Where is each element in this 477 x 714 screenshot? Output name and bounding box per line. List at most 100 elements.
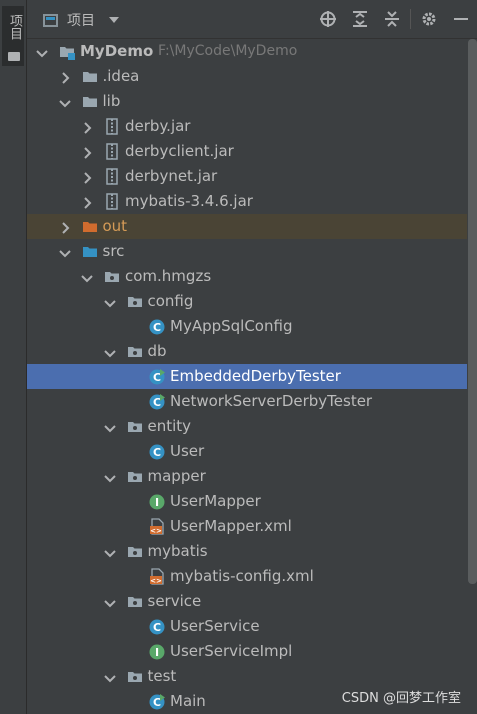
tree-item-label: mybatis-config.xml xyxy=(170,567,314,585)
chevron-down-icon[interactable] xyxy=(109,17,119,23)
tree-item-label: MyDemo xyxy=(80,42,154,60)
chevron-down-icon[interactable] xyxy=(80,270,94,284)
package-icon xyxy=(127,418,143,435)
tree-row[interactable]: I UserServiceImpl xyxy=(27,639,467,664)
project-toolbar: 项目 xyxy=(27,0,477,39)
tree-row[interactable]: mybatis-3.4.6.jar xyxy=(27,189,467,214)
view-title: 项目 xyxy=(67,13,95,29)
chevron-down-icon[interactable] xyxy=(103,345,117,359)
tree-item-label: out xyxy=(102,217,128,235)
tree-item-label: UserService xyxy=(170,617,260,635)
tree-row[interactable]: src xyxy=(27,239,467,264)
tree-row[interactable]: .idea xyxy=(27,64,467,89)
tree-item-label: Main xyxy=(170,692,206,710)
tree-row[interactable]: C NetworkServerDerbyTester xyxy=(27,389,467,414)
chevron-down-icon[interactable] xyxy=(103,420,117,434)
tree-row[interactable]: derbyclient.jar xyxy=(27,139,467,164)
chevron-right-icon[interactable] xyxy=(80,170,94,184)
project-path: F:\MyCode\MyDemo xyxy=(158,43,298,59)
tree-row[interactable]: out xyxy=(27,214,467,239)
package-icon xyxy=(127,343,143,360)
project-tool-window-tab[interactable]: 项目 xyxy=(2,6,24,66)
package-icon xyxy=(127,668,143,685)
package-icon xyxy=(104,268,120,285)
chevron-down-icon[interactable] xyxy=(103,595,117,609)
package-icon xyxy=(127,543,143,560)
jar-icon xyxy=(104,168,120,185)
chevron-right-icon[interactable] xyxy=(80,195,94,209)
xml-file-icon: <> xyxy=(149,518,165,535)
tree-item-label: db xyxy=(147,342,167,360)
tree-row[interactable]: C EmbeddedDerbyTester xyxy=(27,364,467,389)
tree-item-label: MyAppSqlConfig xyxy=(170,317,293,335)
tree-row[interactable]: lib xyxy=(27,89,467,114)
vertical-scrollbar[interactable] xyxy=(468,39,477,584)
tree-item-label: User xyxy=(170,442,205,460)
module-folder-icon xyxy=(59,43,75,60)
tree-item-label: mybatis xyxy=(147,542,208,560)
chevron-down-icon[interactable] xyxy=(58,95,72,109)
package-icon xyxy=(127,468,143,485)
tree-row[interactable]: mybatis xyxy=(27,539,467,564)
chevron-down-icon[interactable] xyxy=(58,245,72,259)
tree-row[interactable]: config xyxy=(27,289,467,314)
tree-item-label: lib xyxy=(102,92,121,110)
class-icon: C xyxy=(149,618,165,635)
chevron-right-icon[interactable] xyxy=(58,70,72,84)
tree-item-label: derbyclient.jar xyxy=(125,142,234,160)
svg-text:<>: <> xyxy=(150,527,162,535)
tree-row[interactable]: I UserMapper xyxy=(27,489,467,514)
tree-row[interactable]: <> mybatis-config.xml xyxy=(27,564,467,589)
tree-row[interactable]: mapper xyxy=(27,464,467,489)
chevron-right-icon[interactable] xyxy=(80,120,94,134)
expand-all-icon[interactable] xyxy=(344,0,376,38)
tree-item-label: src xyxy=(102,242,125,260)
project-tree[interactable]: MyDemo F:\MyCode\MyDemo .idea lib derby.jar d… xyxy=(27,39,467,714)
tree-item-label: service xyxy=(147,592,202,610)
collapse-all-icon[interactable] xyxy=(376,0,408,38)
tree-row[interactable]: C User xyxy=(27,439,467,464)
jar-icon xyxy=(104,143,120,160)
tree-row[interactable]: service xyxy=(27,589,467,614)
svg-text:I: I xyxy=(155,646,159,659)
chevron-down-icon[interactable] xyxy=(103,295,117,309)
package-icon xyxy=(127,293,143,310)
tree-row[interactable]: C MyAppSqlConfig xyxy=(27,314,467,339)
tree-row[interactable]: com.hmgzs xyxy=(27,264,467,289)
tree-row[interactable]: db xyxy=(27,339,467,364)
chevron-right-icon[interactable] xyxy=(80,145,94,159)
tree-row[interactable]: <> UserMapper.xml xyxy=(27,514,467,539)
chevron-down-icon[interactable] xyxy=(103,670,117,684)
view-selector[interactable]: 项目 xyxy=(43,10,119,30)
runnable-class-icon: C xyxy=(149,393,165,410)
tree-row[interactable]: derbynet.jar xyxy=(27,164,467,189)
chevron-right-icon[interactable] xyxy=(58,220,72,234)
jar-icon xyxy=(104,193,120,210)
tool-window-strip: 项目 xyxy=(0,0,27,714)
tree-item-label: UserMapper xyxy=(170,492,261,510)
chevron-down-icon[interactable] xyxy=(103,545,117,559)
locate-icon[interactable] xyxy=(312,0,344,38)
svg-text:I: I xyxy=(155,496,159,509)
project-tab-label: 项目 xyxy=(7,14,22,40)
tree-row[interactable]: derby.jar xyxy=(27,114,467,139)
tree-row[interactable]: entity xyxy=(27,414,467,439)
svg-text:C: C xyxy=(153,446,161,459)
chevron-down-icon[interactable] xyxy=(103,470,117,484)
package-icon xyxy=(127,593,143,610)
xml-file-icon: <> xyxy=(149,568,165,585)
tree-row[interactable]: test xyxy=(27,664,467,689)
folder-icon xyxy=(82,68,98,85)
tree-item-label: test xyxy=(147,667,177,685)
gear-icon[interactable] xyxy=(413,0,445,38)
tree-item-label: UserMapper.xml xyxy=(170,517,292,535)
tree-item-label: derby.jar xyxy=(125,117,191,135)
chevron-down-icon[interactable] xyxy=(35,45,49,59)
tree-row[interactable]: MyDemo F:\MyCode\MyDemo xyxy=(27,39,467,64)
tree-row[interactable]: C UserService xyxy=(27,614,467,639)
svg-text:C: C xyxy=(153,321,161,334)
source-folder-icon xyxy=(82,243,98,260)
class-icon: C xyxy=(149,318,165,335)
excluded-folder-icon xyxy=(82,218,98,235)
minimize-icon[interactable] xyxy=(445,0,477,38)
